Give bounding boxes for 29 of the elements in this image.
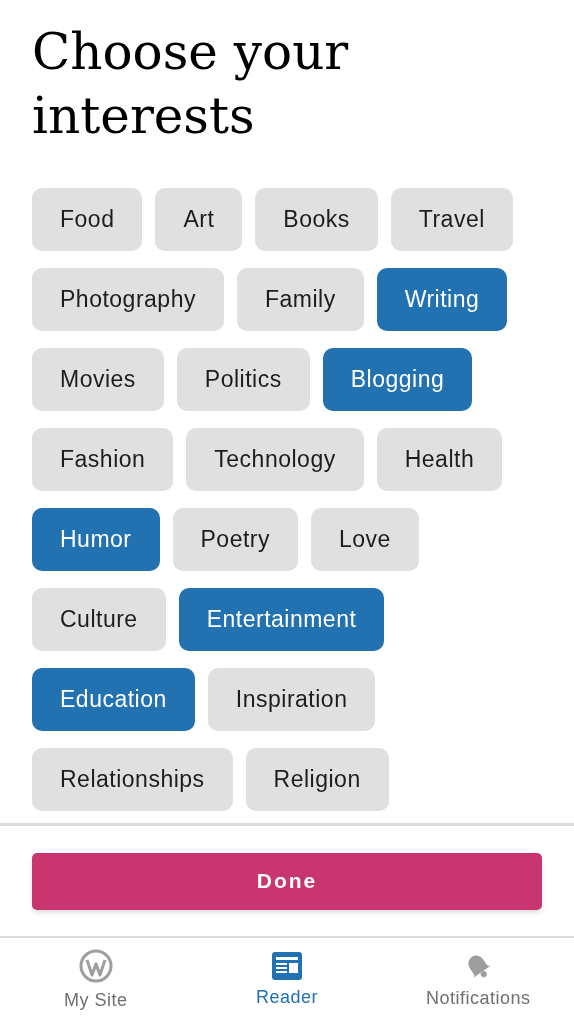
interest-chip[interactable]: Poetry [172, 508, 298, 571]
interest-chip[interactable]: Health [376, 428, 503, 491]
interest-chip[interactable]: Movies [32, 348, 164, 411]
interest-chip[interactable]: Blogging [322, 348, 473, 411]
nav-tab[interactable]: Notifications [382, 938, 574, 1024]
interest-chip[interactable]: Food [32, 188, 143, 251]
interest-chip[interactable]: Education [32, 668, 195, 731]
done-button[interactable]: Done [32, 852, 542, 910]
interest-chip[interactable]: Inspiration [207, 668, 376, 731]
interest-chip[interactable]: Writing [376, 268, 508, 331]
interest-chip[interactable]: Relationships [32, 748, 233, 811]
interest-chip[interactable]: Photography [32, 268, 224, 331]
interest-chip[interactable]: Religion [245, 748, 389, 811]
page-title: Choose your interests [32, 22, 350, 147]
interest-chip[interactable]: Books [255, 188, 378, 251]
interest-chip[interactable]: Love [311, 508, 419, 571]
interest-chip[interactable]: Family [236, 268, 364, 331]
interest-chip[interactable]: Technology [186, 428, 364, 491]
nav-tab[interactable]: My Site [0, 938, 192, 1024]
nav-tab[interactable]: Reader [191, 938, 383, 1024]
interest-chip[interactable]: Humor [32, 508, 160, 571]
interest-chip[interactable]: Travel [390, 188, 513, 251]
interest-chip[interactable]: Culture [32, 588, 166, 651]
newspaper-icon [272, 951, 302, 980]
interest-chip[interactable]: Fashion [32, 428, 174, 491]
interest-chip[interactable]: Entertainment [178, 588, 385, 651]
interest-chip[interactable]: Politics [176, 348, 310, 411]
interest-chip[interactable]: Art [155, 188, 243, 251]
wordpress-logo-icon [78, 948, 113, 983]
